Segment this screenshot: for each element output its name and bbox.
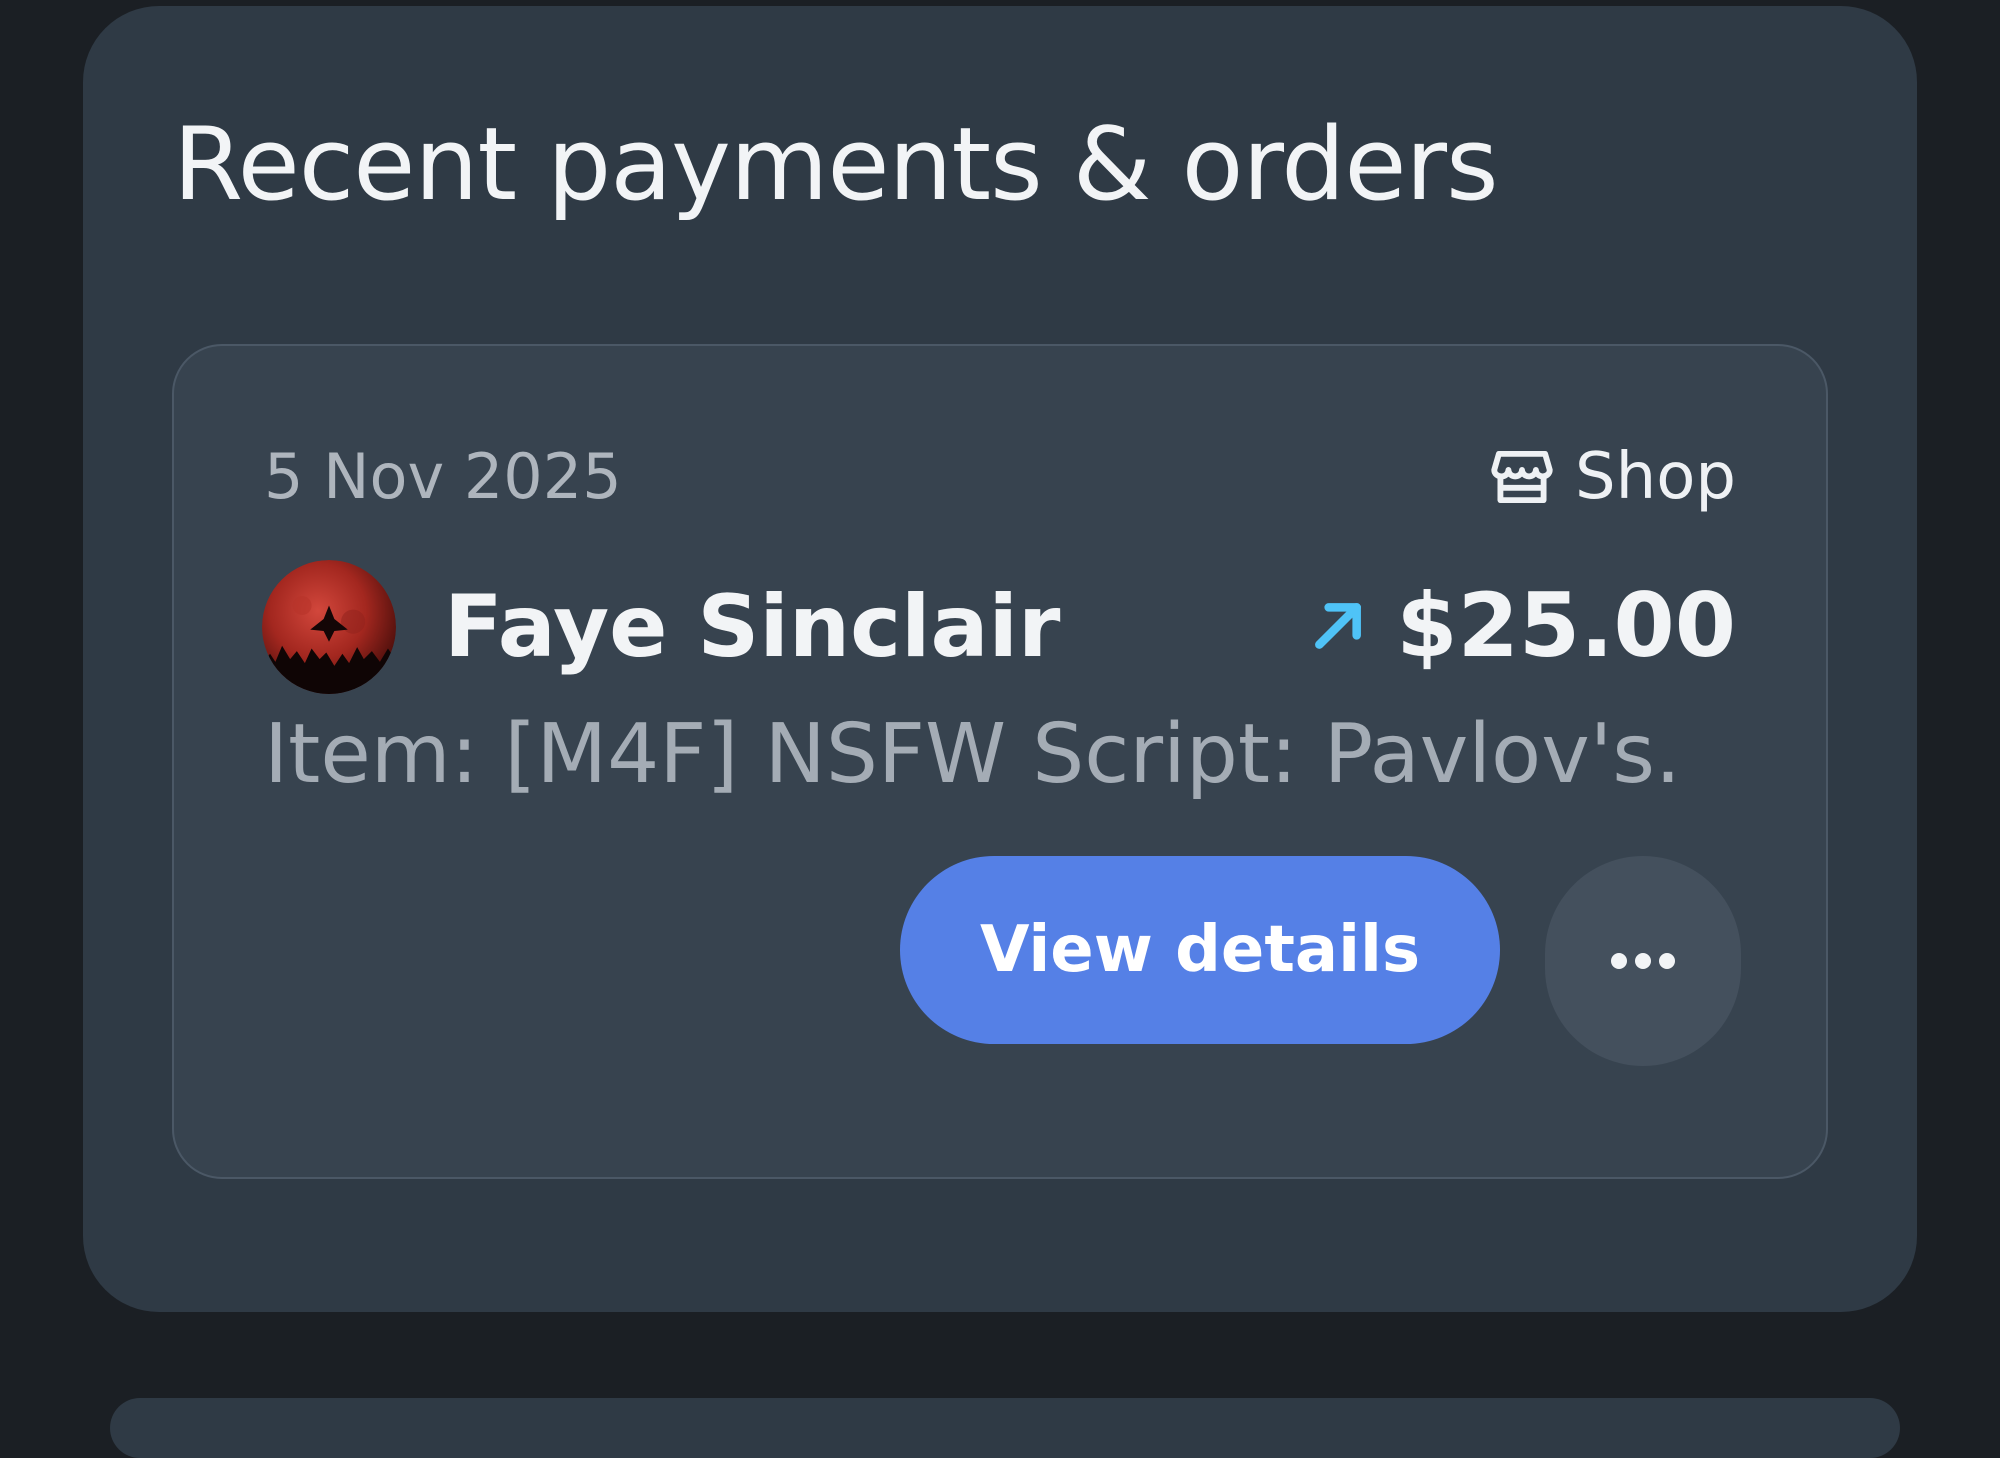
order-card[interactable]: 5 Nov 2025 Shop Faye Sinclair $25.00 Ite… — [172, 344, 1828, 1179]
view-details-button[interactable]: View details — [900, 856, 1500, 1044]
order-amount: $25.00 — [1396, 574, 1736, 677]
arrow-up-right-icon — [1315, 603, 1362, 649]
order-item-description: Item: [M4F] NSFW Script: Pavlov's... — [264, 707, 1684, 802]
section-title: Recent payments & orders — [173, 105, 1499, 223]
order-source: Shop — [1485, 440, 1736, 514]
customer-name: Faye Sinclair — [444, 577, 1061, 677]
order-amount-group: $25.00 — [1306, 582, 1736, 670]
customer-avatar — [262, 560, 396, 694]
next-section-card — [110, 1398, 1900, 1458]
more-horizontal-icon — [1611, 953, 1675, 969]
order-date: 5 Nov 2025 — [264, 440, 622, 513]
store-icon — [1491, 450, 1553, 504]
more-options-button[interactable] — [1545, 856, 1741, 1066]
order-source-label: Shop — [1575, 440, 1736, 514]
recent-payments-section: Recent payments & orders 5 Nov 2025 Shop — [83, 6, 1917, 1312]
